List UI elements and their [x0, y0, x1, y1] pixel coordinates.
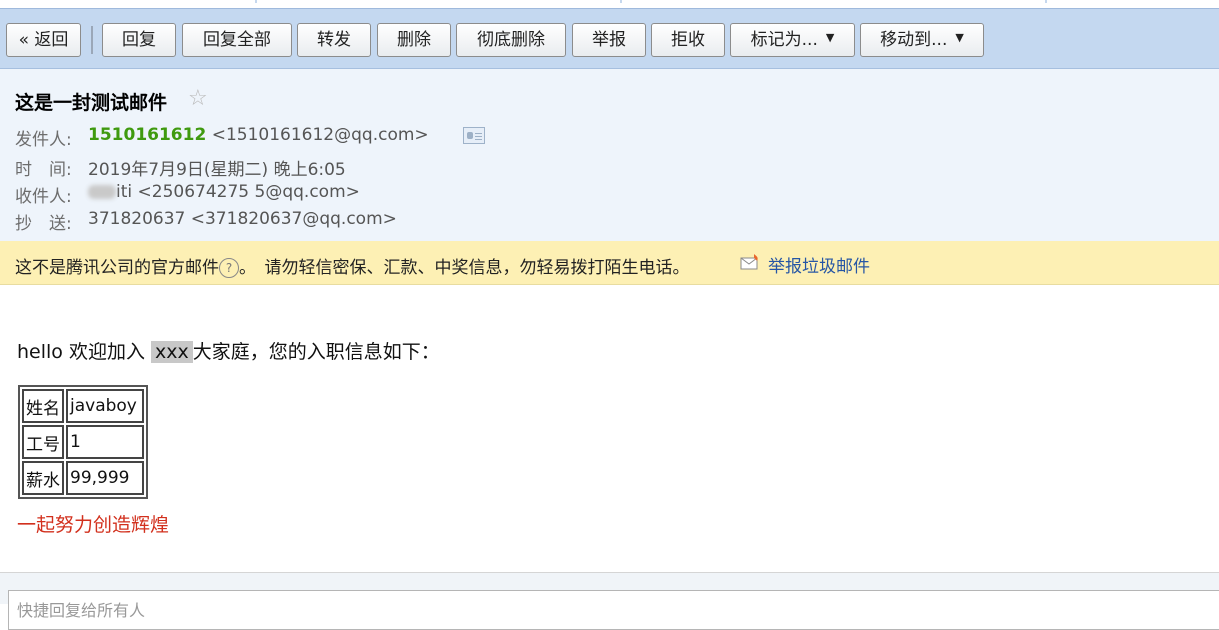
report-button[interactable]: 举报	[572, 23, 646, 57]
move-to-dropdown[interactable]: 移动到... ▼	[860, 23, 984, 57]
highlight-placeholder: xxx	[151, 341, 193, 363]
report-envelope-icon[interactable]	[740, 253, 760, 271]
reject-button[interactable]: 拒收	[651, 23, 725, 57]
cc-value: 371820637 <371820637@qq.com>	[88, 209, 397, 229]
forward-button[interactable]: 转发	[297, 23, 371, 57]
mail-toolbar: « 返回 回复 回复全部 转发 删除 彻底删除 举报 拒收 标记为... ▼ 移动…	[0, 8, 1219, 69]
recipient-address: <250674275 5@qq.com>	[137, 182, 360, 202]
back-button[interactable]: « 返回	[6, 23, 81, 57]
greeting-post: 大家庭，您的入职信息如下：	[192, 341, 440, 363]
cc-label: 抄 送:	[15, 214, 72, 234]
table-value: javaboy	[66, 389, 144, 423]
employee-info-table: 姓名 javaboy 工号 1 薪水 99,999	[18, 385, 148, 499]
sender-name[interactable]: 1510161612	[88, 125, 206, 145]
slogan-text: 一起努力创造辉煌	[17, 514, 170, 536]
to-label: 收件人:	[15, 187, 72, 207]
reply-button[interactable]: 回复	[102, 23, 176, 57]
help-icon[interactable]: ?	[219, 258, 239, 278]
table-value: 1	[66, 425, 144, 459]
send-time: 2019年7月9日(星期二) 晚上6:05	[88, 160, 346, 180]
mark-as-dropdown[interactable]: 标记为... ▼	[730, 23, 855, 57]
quick-reply-input[interactable]: 快捷回复给所有人	[8, 590, 1219, 630]
warning-text-2: 。 请勿轻信密保、汇款、中奖信息，勿轻易拨打陌生电话。	[239, 258, 690, 278]
table-value: 99,999	[66, 461, 144, 495]
reply-all-button[interactable]: 回复全部	[182, 23, 292, 57]
table-key: 薪水	[22, 461, 64, 495]
table-key: 工号	[22, 425, 64, 459]
table-row: 姓名 javaboy	[22, 389, 144, 423]
table-key: 姓名	[22, 389, 64, 423]
cc-address: <371820637@qq.com>	[190, 209, 397, 229]
sender-address: <1510161612@qq.com>	[211, 125, 429, 145]
recipient-name[interactable]: iti	[116, 182, 132, 202]
star-icon[interactable]: ☆	[188, 86, 208, 111]
to-value: iti <250674275 5@qq.com>	[88, 182, 360, 202]
from-label: 发件人:	[15, 130, 72, 150]
redacted-name	[88, 185, 116, 199]
warning-text-1: 这不是腾讯公司的官方邮件	[15, 258, 219, 278]
time-label: 时 间:	[15, 160, 72, 180]
report-spam-link[interactable]: 举报垃圾邮件	[768, 252, 870, 277]
cc-name[interactable]: 371820637	[88, 209, 185, 229]
top-strip	[0, 0, 1219, 8]
toolbar-divider	[91, 26, 93, 54]
email-greeting: hello 欢迎加入 xxx 大家庭，您的入职信息如下：	[17, 337, 440, 364]
delete-forever-button[interactable]: 彻底删除	[456, 23, 566, 57]
table-row: 工号 1	[22, 425, 144, 459]
move-to-label: 移动到...	[880, 30, 948, 50]
delete-button[interactable]: 删除	[377, 23, 451, 57]
warning-text: 这不是腾讯公司的官方邮件?。 请勿轻信密保、汇款、中奖信息，勿轻易拨打陌生电话。	[15, 253, 690, 278]
email-subject: 这是一封测试邮件	[15, 92, 168, 114]
greeting-pre: hello 欢迎加入	[17, 341, 145, 363]
table-row: 薪水 99,999	[22, 461, 144, 495]
dropdown-arrow-icon: ▼	[825, 31, 835, 44]
from-value: 1510161612 <1510161612@qq.com>	[88, 125, 429, 145]
dropdown-arrow-icon: ▼	[955, 31, 964, 44]
mark-as-label: 标记为...	[750, 30, 818, 50]
contact-card-icon[interactable]	[463, 127, 485, 144]
